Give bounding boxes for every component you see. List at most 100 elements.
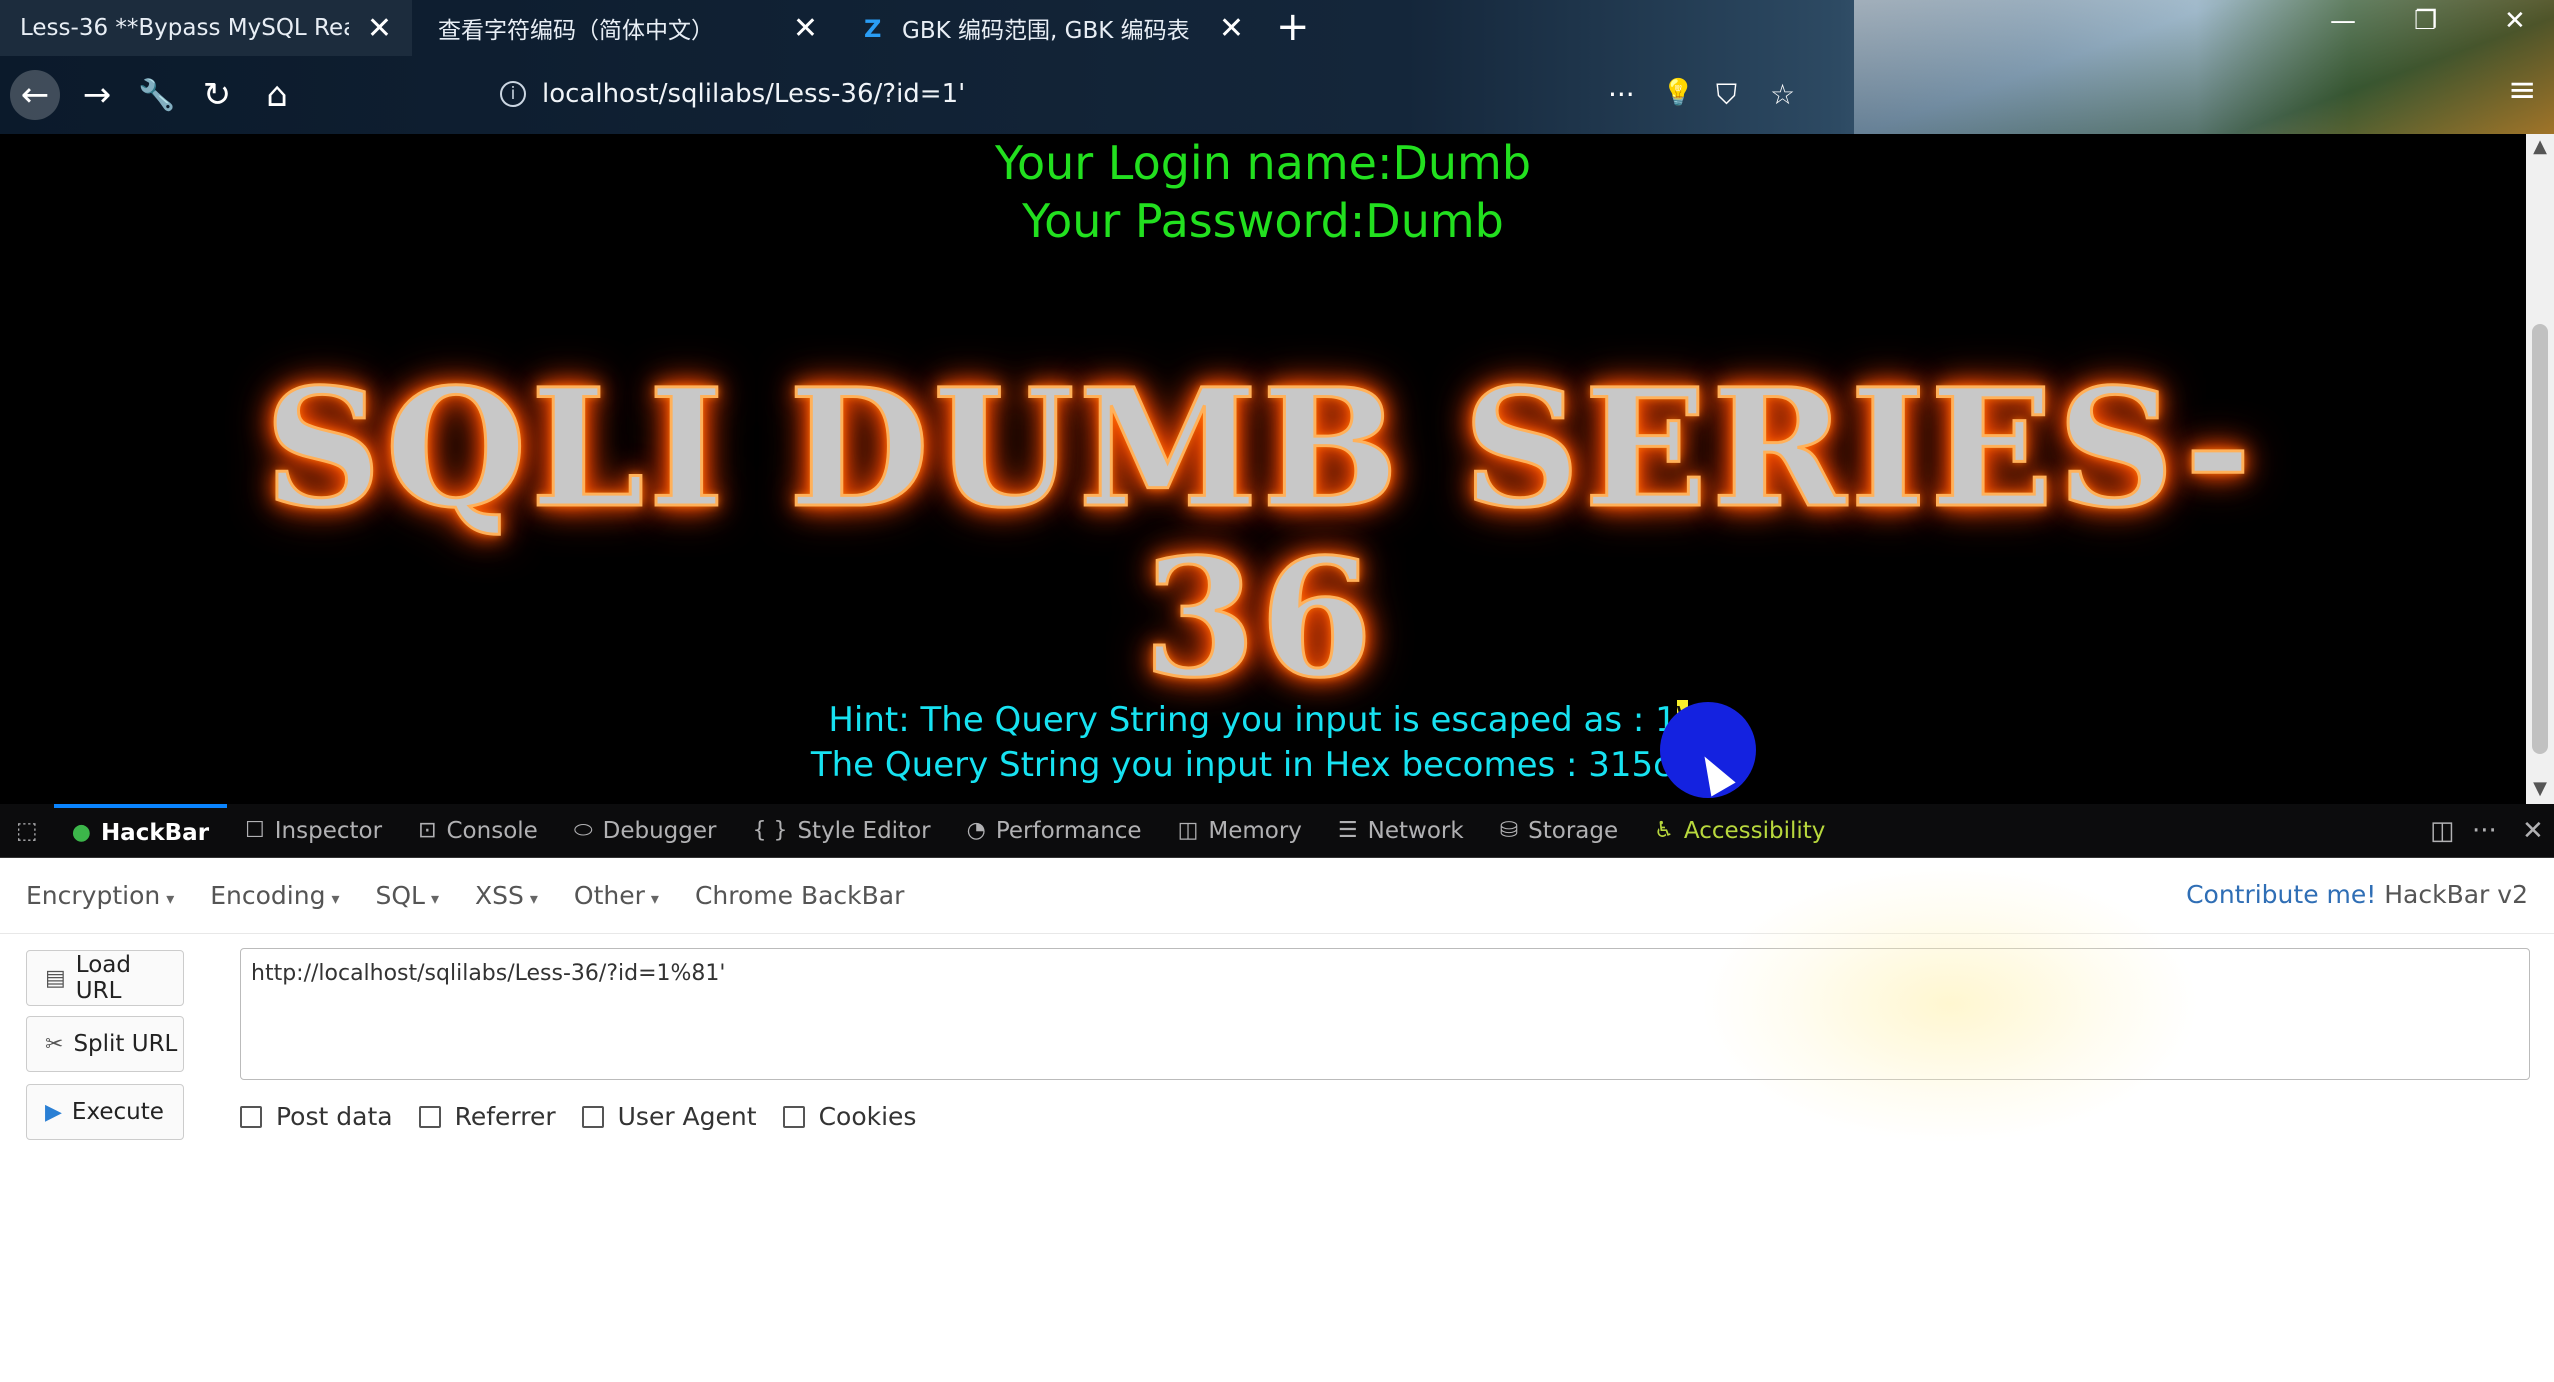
menu-chrome-backbar[interactable]: Chrome BackBar bbox=[695, 881, 904, 910]
info-icon[interactable]: i bbox=[500, 81, 526, 107]
hackbar-version: HackBar v2 bbox=[2384, 880, 2528, 909]
tab-network[interactable]: ☰ Network bbox=[1320, 804, 1482, 858]
browser-chrome: Less-36 **Bypass MySQL Real E ✕ 查看字符编码（简… bbox=[0, 0, 2554, 134]
chevron-down-icon: ▾ bbox=[166, 889, 175, 908]
devtools-panel: ⬚ ● HackBar ☐ Inspector ⊡ Console ⬭ Debu… bbox=[0, 803, 2554, 1382]
hamburger-menu-icon[interactable]: ≡ bbox=[2508, 70, 2537, 110]
split-url-button[interactable]: ✂ Split URL bbox=[26, 1016, 184, 1072]
devtools-more-icon[interactable]: ··· bbox=[2472, 816, 2497, 846]
button-label: Execute bbox=[71, 1099, 164, 1125]
tab-performance[interactable]: ◔ Performance bbox=[949, 804, 1160, 858]
sqli-banner: SQLI DUMB SERIES-36 bbox=[263, 354, 2256, 714]
play-icon: ▶ bbox=[45, 1099, 62, 1125]
tab-storage[interactable]: ⛁ Storage bbox=[1482, 804, 1636, 858]
tab-charset[interactable]: 查看字符编码（简体中文） ✕ bbox=[418, 0, 838, 56]
tab-console[interactable]: ⊡ Console bbox=[400, 804, 556, 858]
chevron-down-icon: ▾ bbox=[650, 889, 659, 908]
scroll-thumb[interactable] bbox=[2532, 324, 2548, 754]
tab-label: HackBar bbox=[100, 819, 210, 846]
tab-label: Storage bbox=[1528, 817, 1619, 844]
tab-accessibility[interactable]: ♿ Accessibility bbox=[1636, 804, 1843, 858]
checkbox-label: User Agent bbox=[617, 1102, 757, 1131]
tab-hackbar[interactable]: ● HackBar bbox=[53, 803, 228, 858]
zhihu-favicon-icon: Z bbox=[864, 15, 882, 43]
bookmark-star-icon[interactable]: ☆ bbox=[1770, 78, 1795, 111]
tab-label: Console bbox=[446, 817, 538, 844]
menu-label: Encoding bbox=[210, 881, 326, 910]
reload-icon[interactable]: ↻ bbox=[192, 70, 242, 120]
post-data-checkbox[interactable]: Post data bbox=[240, 1102, 393, 1131]
menu-sql[interactable]: SQL ▾ bbox=[376, 881, 440, 910]
checkbox-box[interactable] bbox=[418, 1105, 441, 1128]
url-bar[interactable]: i localhost/sqlilabs/Less-36/?id=1' bbox=[500, 66, 1800, 122]
devtools-close-icon[interactable]: ✕ bbox=[2522, 816, 2544, 846]
menu-other[interactable]: Other ▾ bbox=[574, 881, 659, 910]
url-text[interactable]: localhost/sqlilabs/Less-36/?id=1' bbox=[542, 79, 965, 109]
tab-label: Inspector bbox=[274, 817, 383, 844]
element-picker-icon[interactable]: ⬚ bbox=[0, 804, 54, 858]
checkbox-box[interactable] bbox=[782, 1105, 805, 1128]
login-name-text: Your Login name:Dumb bbox=[994, 136, 1532, 190]
close-icon[interactable]: ✕ bbox=[793, 11, 818, 46]
url-input[interactable]: http://localhost/sqlilabs/Less-36/?id=1%… bbox=[240, 948, 2530, 1080]
checkbox-label: Referrer bbox=[454, 1102, 556, 1131]
minimize-icon[interactable]: — bbox=[2330, 6, 2356, 36]
network-icon: ☰ bbox=[1337, 818, 1358, 843]
close-icon[interactable]: ✕ bbox=[1219, 11, 1244, 46]
tab-less36[interactable]: Less-36 **Bypass MySQL Real E ✕ bbox=[0, 0, 412, 56]
tab-label: Network bbox=[1367, 817, 1464, 844]
console-icon: ⊡ bbox=[418, 818, 437, 843]
chevron-down-icon: ▾ bbox=[529, 889, 538, 908]
user-agent-checkbox[interactable]: User Agent bbox=[581, 1102, 757, 1131]
tab-label: Memory bbox=[1208, 817, 1302, 844]
hex-prefix: The Query String you input in Hex become… bbox=[810, 745, 1589, 785]
dock-side-icon[interactable]: ◫ bbox=[2430, 816, 2455, 846]
debugger-icon: ⬭ bbox=[573, 818, 593, 843]
inspector-icon: ☐ bbox=[245, 818, 265, 843]
storage-icon: ⛁ bbox=[1499, 818, 1519, 843]
page-scrollbar[interactable]: ▲ ▼ bbox=[2526, 134, 2554, 804]
pocket-icon[interactable]: ⛉ bbox=[1716, 78, 1737, 112]
memory-icon: ◫ bbox=[1177, 818, 1199, 843]
cookies-checkbox[interactable]: Cookies bbox=[782, 1102, 916, 1131]
scroll-up-icon[interactable]: ▲ bbox=[2526, 136, 2554, 162]
button-label: Load URL bbox=[75, 952, 131, 1004]
back-icon[interactable]: ← bbox=[10, 70, 60, 120]
execute-button[interactable]: ▶ Execute bbox=[26, 1084, 184, 1140]
home-icon[interactable]: ⌂ bbox=[252, 70, 302, 120]
lightbulb-icon[interactable]: 💡 bbox=[1662, 78, 1694, 108]
devtools-tab-bar: ⬚ ● HackBar ☐ Inspector ⊡ Console ⬭ Debu… bbox=[0, 803, 2554, 858]
restore-icon[interactable]: ❐ bbox=[2414, 6, 2437, 36]
tab-inspector[interactable]: ☐ Inspector bbox=[227, 804, 400, 858]
forward-icon[interactable]: → bbox=[72, 70, 122, 120]
scroll-down-icon[interactable]: ▼ bbox=[2526, 778, 2554, 804]
split-icon: ✂ bbox=[45, 1031, 64, 1057]
contribute-link[interactable]: Contribute me! bbox=[2186, 880, 2376, 909]
load-icon: ▤ bbox=[45, 965, 66, 991]
hint-prefix: Hint: The Query String you input is esca… bbox=[828, 700, 1656, 740]
tab-gbk[interactable]: Z GBK 编码范围, GBK 编码表 ✕ bbox=[844, 0, 1264, 56]
wrench-icon[interactable]: 🔧 bbox=[132, 70, 182, 120]
checkbox-label: Post data bbox=[276, 1102, 393, 1131]
hackbar-icon: ● bbox=[71, 820, 91, 845]
menu-label: XSS bbox=[475, 881, 524, 910]
new-tab-icon[interactable]: + bbox=[1276, 4, 1310, 50]
menu-encryption[interactable]: Encryption ▾ bbox=[26, 881, 174, 910]
more-icon[interactable]: ··· bbox=[1608, 78, 1635, 111]
menu-encoding[interactable]: Encoding ▾ bbox=[210, 881, 339, 910]
menu-xss[interactable]: XSS ▾ bbox=[475, 881, 538, 910]
nav-bar: ← → 🔧 ↻ ⌂ i localhost/sqlilabs/Less-36/?… bbox=[0, 56, 2554, 134]
password-text: Your Password:Dumb bbox=[1022, 194, 1504, 248]
checkbox-box[interactable] bbox=[581, 1105, 604, 1128]
tab-style-editor[interactable]: { } Style Editor bbox=[734, 804, 948, 858]
load-url-button[interactable]: ▤ Load URL bbox=[26, 950, 184, 1006]
hint-escaped-line: Hint: The Query String you input is esca… bbox=[0, 700, 2526, 740]
close-icon[interactable]: ✕ bbox=[367, 11, 392, 46]
tab-memory[interactable]: ◫ Memory bbox=[1160, 804, 1320, 858]
checkbox-box[interactable] bbox=[240, 1105, 262, 1128]
tab-debugger[interactable]: ⬭ Debugger bbox=[556, 804, 735, 858]
tab-label: Style Editor bbox=[797, 817, 931, 844]
referrer-checkbox[interactable]: Referrer bbox=[418, 1102, 556, 1131]
window-close-icon[interactable]: ✕ bbox=[2504, 6, 2526, 36]
tab-title: 查看字符编码（简体中文） bbox=[438, 18, 714, 44]
